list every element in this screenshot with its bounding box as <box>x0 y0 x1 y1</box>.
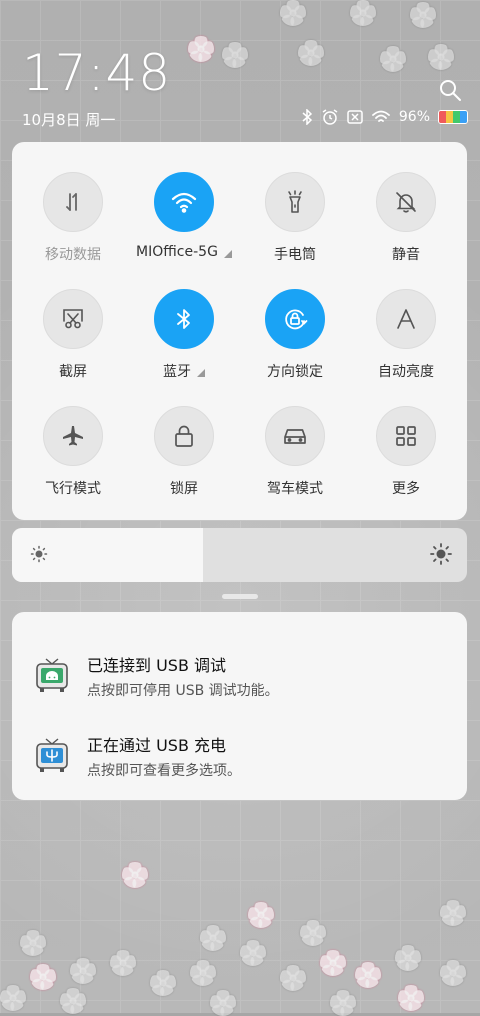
battery-percent: 96% <box>398 109 430 125</box>
notification-title: 正在通过 USB 充电 <box>87 736 227 755</box>
wifi-icon <box>371 109 391 125</box>
tile-more[interactable]: 更多 <box>351 406 461 516</box>
date-text[interactable]: 10月8日 周一 <box>22 109 115 130</box>
tile-wifi[interactable]: MIOffice-5G <box>129 172 239 282</box>
tile-airplane[interactable]: 飞行模式 <box>18 406 128 516</box>
bell-off-icon <box>376 172 436 232</box>
grid-icon <box>376 406 436 466</box>
tile-label: 自动亮度 <box>378 364 434 380</box>
tile-driving-mode[interactable]: 驾车模式 <box>240 406 350 516</box>
tile-label: 驾车模式 <box>267 481 323 497</box>
tile-auto-brightness[interactable]: 自动亮度 <box>351 289 461 399</box>
notification-title: 已连接到 USB 调试 <box>87 656 227 675</box>
tile-mute[interactable]: 静音 <box>351 172 461 282</box>
tile-label: 方向锁定 <box>267 364 323 380</box>
mobile-data-icon <box>43 172 103 232</box>
rotation-lock-icon <box>265 289 325 349</box>
car-icon <box>265 406 325 466</box>
more-arrow-icon[interactable] <box>197 369 205 377</box>
battery-icon <box>438 110 468 124</box>
alarm-icon <box>321 108 339 126</box>
tile-label: 锁屏 <box>170 481 198 497</box>
auto-brightness-icon <box>376 289 436 349</box>
airplane-icon <box>43 406 103 466</box>
search-icon[interactable] <box>438 78 464 104</box>
no-sim-icon <box>347 110 363 124</box>
notification-usb-debugging[interactable]: 已连接到 USB 调试 点按即可停用 USB 调试功能。 <box>12 642 467 722</box>
tile-label: 静音 <box>392 247 420 263</box>
notification-body: 点按即可停用 USB 调试功能。 <box>87 683 279 699</box>
drag-handle[interactable] <box>222 594 258 599</box>
tile-label: 蓝牙 <box>163 361 205 381</box>
status-icons: 96% <box>301 108 468 126</box>
wifi-icon <box>154 172 214 232</box>
lock-icon <box>154 406 214 466</box>
bluetooth-icon <box>154 289 214 349</box>
android-debug-icon <box>34 656 70 696</box>
usb-charging-icon <box>34 736 70 776</box>
bluetooth-icon <box>301 109 313 125</box>
flashlight-icon <box>265 172 325 232</box>
clock-time[interactable]: 17:48 <box>22 44 171 102</box>
more-arrow-icon[interactable] <box>223 250 232 258</box>
wifi-network-name: MIOffice-5G <box>136 244 218 260</box>
tile-screenshot[interactable]: 截屏 <box>18 289 128 399</box>
tile-label: 移动数据 <box>45 247 101 263</box>
screenshot-icon <box>43 289 103 349</box>
tile-label: MIOffice-5G <box>136 244 232 260</box>
tile-label: 更多 <box>392 481 420 497</box>
tile-label: 手电筒 <box>274 247 316 263</box>
notification-usb-charging[interactable]: 正在通过 USB 充电 点按即可查看更多选项。 <box>12 722 467 802</box>
tile-rotation-lock[interactable]: 方向锁定 <box>240 289 350 399</box>
brightness-low-icon <box>30 545 48 567</box>
tile-bluetooth[interactable]: 蓝牙 <box>129 289 239 399</box>
tile-label: 飞行模式 <box>45 481 101 497</box>
brightness-slider[interactable] <box>12 528 467 582</box>
notification-panel: 已连接到 USB 调试 点按即可停用 USB 调试功能。 正在通过 USB 充电… <box>12 612 467 800</box>
bluetooth-label: 蓝牙 <box>163 364 191 380</box>
quick-settings-panel: 移动数据 MIOffice-5G 手电筒 静音 截屏 蓝牙 方向锁定 自动亮度 … <box>12 142 467 520</box>
tile-lock-screen[interactable]: 锁屏 <box>129 406 239 516</box>
notification-body: 点按即可查看更多选项。 <box>87 763 241 779</box>
brightness-high-icon <box>430 543 452 569</box>
tile-label: 截屏 <box>59 364 87 380</box>
tile-mobile-data[interactable]: 移动数据 <box>18 172 128 282</box>
tile-flashlight[interactable]: 手电筒 <box>240 172 350 282</box>
